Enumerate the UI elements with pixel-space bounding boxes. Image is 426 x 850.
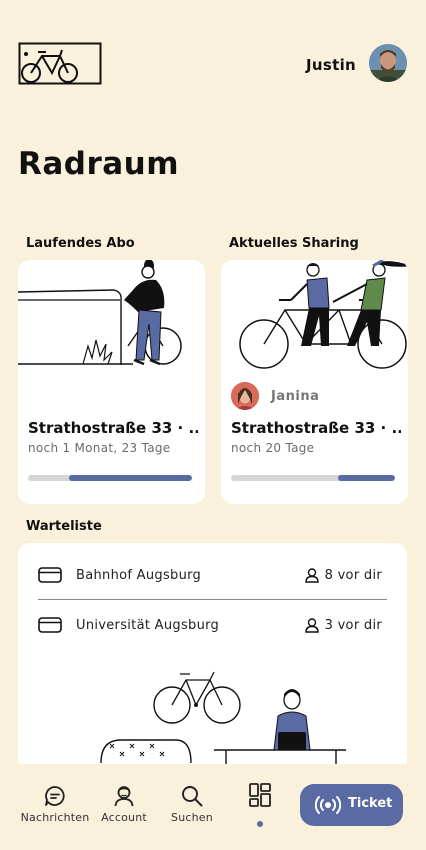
- bike-box-icon: [38, 567, 62, 583]
- waiting-room-illustration: [100, 671, 346, 768]
- tandem-bike-illustration: [239, 260, 408, 369]
- sharing-section-title: Aktuelles Sharing: [229, 236, 359, 251]
- waitlist-item[interactable]: Universität Augsburg 3 vor dir: [38, 610, 387, 640]
- bike-room-logo-icon[interactable]: [18, 42, 102, 85]
- waitlist-section-title: Warteliste: [26, 519, 102, 534]
- page-title: Radraum: [18, 146, 180, 182]
- tab-label: Suchen: [171, 811, 213, 824]
- waitlist-item[interactable]: Bahnhof Augsburg 8 vor dir: [38, 560, 387, 590]
- broadcast-icon: [315, 796, 341, 814]
- active-tab-indicator: [257, 821, 263, 827]
- ticket-button[interactable]: Ticket: [300, 784, 403, 826]
- waitlist-location: Bahnhof Augsburg: [76, 568, 202, 583]
- person-icon: [305, 568, 319, 583]
- subscription-remaining-time: noch 1 Monat, 23 Tage: [28, 441, 171, 455]
- subscription-progress-fill: [69, 475, 192, 481]
- sharing-remaining-time: noch 20 Tage: [231, 441, 315, 455]
- subscription-progress-bar: [28, 475, 192, 481]
- divider: [38, 599, 387, 600]
- sharing-progress-bar: [231, 475, 395, 481]
- chat-icon: [45, 786, 65, 806]
- waitlist-position: 3 vor dir: [324, 618, 382, 633]
- sharing-partner-avatar: [231, 382, 259, 410]
- search-icon: [182, 786, 203, 807]
- ticket-label: Ticket: [348, 796, 393, 811]
- header: Justin: [0, 0, 426, 110]
- tab-dashboard[interactable]: [220, 782, 300, 808]
- dashboard-icon: [249, 783, 271, 807]
- user-avatar[interactable]: [369, 44, 407, 82]
- account-icon: [114, 786, 134, 807]
- tab-label: Nachrichten: [20, 811, 90, 824]
- sharing-location: Strathostraße 33 · ...: [231, 419, 401, 437]
- person-icon: [305, 618, 319, 633]
- sharing-partner-name: Janina: [271, 389, 320, 404]
- tab-nachrichten[interactable]: Nachrichten: [15, 784, 95, 824]
- bike-storage-illustration: [18, 260, 182, 366]
- tab-bar: Nachrichten Account Suchen Ticket: [0, 764, 426, 850]
- waitlist-position: 8 vor dir: [324, 568, 382, 583]
- subscription-location: Strathostraße 33 · ...: [28, 419, 198, 437]
- sharing-card[interactable]: Janina Strathostraße 33 · ... noch 20 Ta…: [221, 260, 408, 504]
- sharing-progress-fill: [337, 475, 395, 481]
- user-name: Justin: [306, 56, 356, 74]
- waitlist-location: Universität Augsburg: [76, 618, 220, 633]
- subscription-section-title: Laufendes Abo: [26, 236, 135, 251]
- subscription-card[interactable]: Strathostraße 33 · ... noch 1 Monat, 23 …: [18, 260, 205, 504]
- bike-box-icon: [38, 617, 62, 633]
